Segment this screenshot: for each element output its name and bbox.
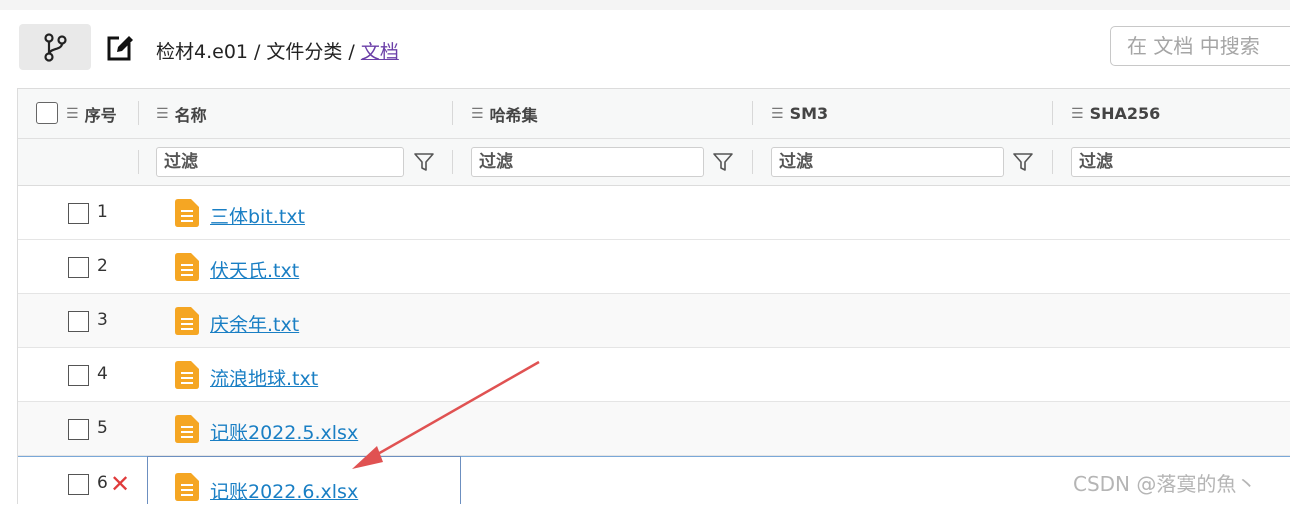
row-checkbox[interactable] — [68, 311, 89, 332]
breadcrumb: 检材4.e01/文件分类 / 文档 — [156, 37, 399, 64]
table-row[interactable]: 1 三体bit.txt — [18, 186, 1290, 240]
file-name-link[interactable]: 流浪地球.txt — [210, 364, 318, 391]
column-label: 哈希集 — [489, 105, 538, 125]
row-number: 4 — [97, 364, 108, 384]
column-header-sha256[interactable]: ☰ SHA256 — [1071, 89, 1160, 138]
table-row[interactable]: 5 记账2022.5.xlsx — [18, 402, 1290, 456]
column-divider[interactable] — [452, 101, 453, 125]
table-row[interactable]: 2 伏天氏.txt — [18, 240, 1290, 294]
filter-row: 过滤 过滤 过滤 过滤 — [18, 139, 1290, 186]
document-file-icon — [175, 199, 199, 227]
document-file-icon — [175, 307, 199, 335]
select-all-checkbox[interactable] — [36, 102, 58, 124]
document-file-icon — [175, 415, 199, 443]
row-number: 6 — [97, 473, 108, 493]
table-row[interactable]: 4 流浪地球.txt — [18, 348, 1290, 402]
column-label: 名称 — [174, 105, 207, 125]
column-divider[interactable] — [752, 101, 753, 125]
row-checkbox[interactable] — [68, 365, 89, 386]
search-input[interactable] — [1110, 26, 1290, 66]
filter-input-name[interactable]: 过滤 — [156, 147, 404, 177]
column-menu-icon[interactable]: ☰ — [1071, 106, 1084, 122]
document-file-icon — [175, 361, 199, 389]
file-name-link[interactable]: 伏天氏.txt — [210, 256, 299, 283]
row-number: 1 — [97, 202, 108, 222]
row-checkbox[interactable] — [68, 419, 89, 440]
column-header-sm3[interactable]: ☰ SM3 — [771, 89, 828, 138]
row-number: 5 — [97, 418, 108, 438]
column-label: SM3 — [789, 104, 829, 123]
column-divider[interactable] — [1052, 101, 1053, 125]
annotation-x-mark: ✕ — [110, 470, 131, 498]
selected-cell-outline — [147, 456, 461, 504]
breadcrumb-separator: / — [348, 41, 355, 63]
column-divider — [1052, 150, 1053, 174]
breadcrumb-separator: / — [254, 41, 261, 63]
column-label: SHA256 — [1089, 104, 1161, 123]
column-divider — [138, 150, 139, 174]
file-name-link[interactable]: 记账2022.5.xlsx — [210, 418, 358, 445]
column-header-index[interactable]: ☰ 序号 — [66, 89, 117, 138]
column-menu-icon[interactable]: ☰ — [66, 106, 79, 122]
row-number: 2 — [97, 256, 108, 276]
column-menu-icon[interactable]: ☰ — [156, 106, 169, 122]
edit-icon[interactable] — [107, 34, 135, 62]
file-name-link[interactable]: 庆余年.txt — [210, 310, 299, 337]
breadcrumb-root[interactable]: 检材4.e01 — [156, 41, 248, 63]
filter-icon[interactable] — [1012, 151, 1034, 173]
filter-input-hash[interactable]: 过滤 — [471, 147, 704, 177]
column-header-name[interactable]: ☰ 名称 — [156, 89, 207, 138]
column-divider — [452, 150, 453, 174]
document-file-icon — [175, 253, 199, 281]
table-row[interactable]: 3 庆余年.txt — [18, 294, 1290, 348]
column-label: 序号 — [84, 105, 117, 125]
column-divider[interactable] — [138, 101, 139, 125]
file-name-link[interactable]: 三体bit.txt — [210, 202, 305, 229]
filter-input-sha256[interactable]: 过滤 — [1071, 147, 1290, 177]
column-header-hash[interactable]: ☰ 哈希集 — [471, 89, 538, 138]
branch-button[interactable] — [19, 24, 91, 70]
file-grid: ☰ 序号 ☰ 名称 ☰ 哈希集 ☰ SM3 ☰ SHA256 过滤 过滤 过滤 过滤 — [17, 88, 1290, 505]
filter-icon[interactable] — [413, 151, 435, 173]
column-divider — [752, 150, 753, 174]
branch-icon — [44, 33, 67, 62]
grid-header: ☰ 序号 ☰ 名称 ☰ 哈希集 ☰ SM3 ☰ SHA256 — [18, 89, 1290, 139]
row-checkbox[interactable] — [68, 203, 89, 224]
row-checkbox[interactable] — [68, 257, 89, 278]
filter-icon[interactable] — [712, 151, 734, 173]
breadcrumb-current[interactable]: 文档 — [361, 41, 399, 63]
watermark: CSDN @落寞的魚丶 — [1073, 472, 1257, 496]
top-strip — [0, 0, 1290, 10]
toolbar: 检材4.e01/文件分类 / 文档 — [0, 10, 1290, 88]
column-menu-icon[interactable]: ☰ — [471, 106, 484, 122]
row-checkbox[interactable] — [68, 474, 89, 495]
column-menu-icon[interactable]: ☰ — [771, 106, 784, 122]
filter-input-sm3[interactable]: 过滤 — [771, 147, 1004, 177]
row-number: 3 — [97, 310, 108, 330]
breadcrumb-middle[interactable]: 文件分类 — [266, 41, 342, 63]
